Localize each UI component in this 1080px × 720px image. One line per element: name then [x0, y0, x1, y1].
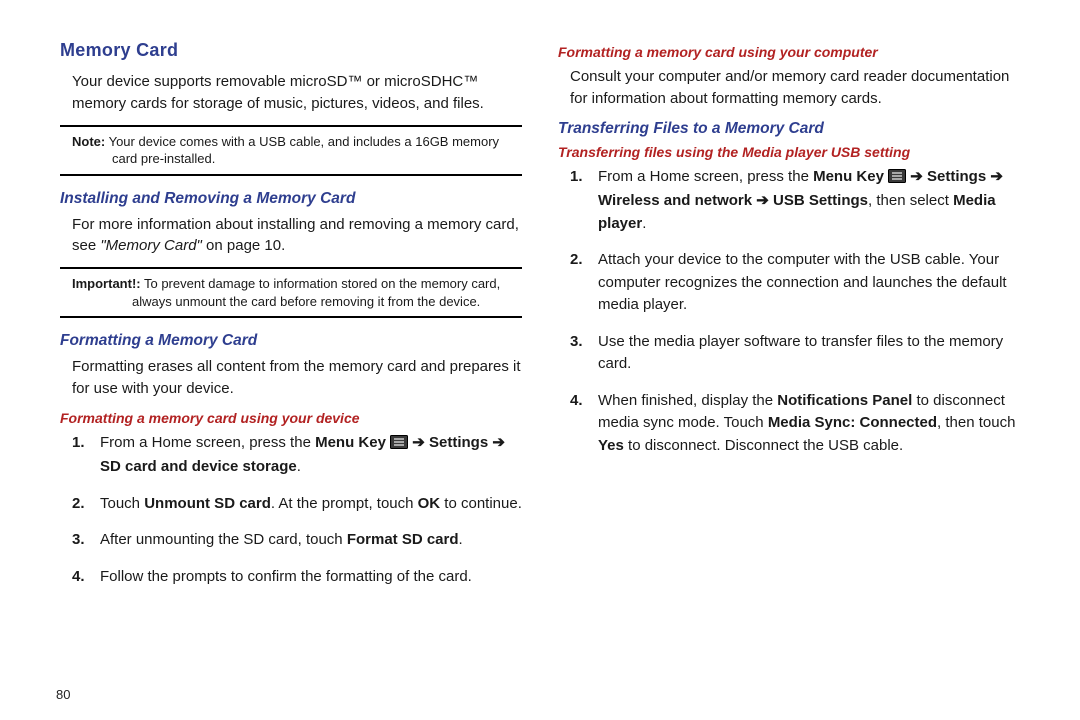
- formatting-heading: Formatting a Memory Card: [60, 332, 522, 350]
- transfer-subheading: Transferring files using the Media playe…: [558, 144, 1020, 160]
- section-title: Memory Card: [60, 40, 522, 61]
- step-text: .: [642, 215, 646, 232]
- arrow-icon: ➔: [986, 168, 1003, 185]
- transfer-heading: Transferring Files to a Memory Card: [558, 120, 1020, 138]
- arrow-icon: ➔: [752, 192, 773, 209]
- manual-page: Memory Card Your device supports removab…: [0, 0, 1080, 720]
- settings-label: Settings: [429, 434, 488, 451]
- step-text: , then touch: [937, 414, 1015, 431]
- left-column: Memory Card Your device supports removab…: [30, 40, 540, 710]
- important-label: Important!:: [72, 276, 141, 291]
- important-line2: always unmount the card before removing …: [72, 293, 516, 311]
- note-line1: Your device comes with a USB cable, and …: [105, 134, 499, 149]
- menu-key-icon: [888, 168, 906, 191]
- usb-settings-label: USB Settings: [773, 192, 868, 209]
- important-box: Important!: To prevent damage to informa…: [60, 267, 522, 318]
- list-item: From a Home screen, press the Menu Key ➔…: [72, 432, 522, 479]
- format-device-subheading: Formatting a memory card using your devi…: [60, 410, 522, 426]
- arrow-icon: ➔: [408, 434, 429, 451]
- list-item: Touch Unmount SD card. At the prompt, to…: [72, 493, 522, 516]
- important-line1: To prevent damage to information stored …: [141, 276, 501, 291]
- sd-storage-label: SD card and device storage: [100, 458, 297, 475]
- note-label: Note:: [72, 134, 105, 149]
- menu-key-label: Menu Key: [813, 168, 884, 185]
- step-text: After unmounting the SD card, touch: [100, 531, 347, 548]
- menu-key-label: Menu Key: [315, 434, 386, 451]
- install-quote: "Memory Card": [100, 237, 202, 254]
- transfer-steps: From a Home screen, press the Menu Key ➔…: [558, 166, 1020, 458]
- step-text: . At the prompt, touch: [271, 495, 418, 512]
- step-text: From a Home screen, press the: [598, 168, 813, 185]
- right-column: Formatting a memory card using your comp…: [540, 40, 1050, 710]
- step-text: Touch: [100, 495, 144, 512]
- menu-key-icon: [390, 434, 408, 457]
- unmount-label: Unmount SD card: [144, 495, 271, 512]
- list-item: From a Home screen, press the Menu Key ➔…: [570, 166, 1020, 236]
- formatting-paragraph: Formatting erases all content from the m…: [60, 356, 522, 400]
- format-device-steps: From a Home screen, press the Menu Key ➔…: [60, 432, 522, 589]
- note-box: Note: Your device comes with a USB cable…: [60, 125, 522, 176]
- install-paragraph: For more information about installing an…: [60, 214, 522, 258]
- list-item: Attach your device to the computer with …: [570, 249, 1020, 317]
- step-text: .: [459, 531, 463, 548]
- note-line2: card pre-installed.: [72, 150, 516, 168]
- step-text: When finished, display the: [598, 392, 777, 409]
- install-remove-heading: Installing and Removing a Memory Card: [60, 190, 522, 208]
- install-text-post: on page 10.: [202, 237, 285, 254]
- step-text: to disconnect. Disconnect the USB cable.: [624, 437, 903, 454]
- intro-paragraph: Your device supports removable microSD™ …: [60, 71, 522, 115]
- notifications-panel-label: Notifications Panel: [777, 392, 912, 409]
- format-computer-subheading: Formatting a memory card using your comp…: [558, 44, 1020, 60]
- list-item: When finished, display the Notifications…: [570, 390, 1020, 458]
- wireless-label: Wireless and network: [598, 192, 752, 209]
- step-text: to continue.: [440, 495, 522, 512]
- list-item: Follow the prompts to confirm the format…: [72, 566, 522, 589]
- page-number: 80: [56, 687, 70, 702]
- list-item: After unmounting the SD card, touch Form…: [72, 529, 522, 552]
- ok-label: OK: [418, 495, 441, 512]
- format-label: Format SD card: [347, 531, 459, 548]
- format-computer-paragraph: Consult your computer and/or memory card…: [558, 66, 1020, 110]
- step-text: From a Home screen, press the: [100, 434, 315, 451]
- media-sync-label: Media Sync: Connected: [768, 414, 937, 431]
- settings-label: Settings: [927, 168, 986, 185]
- arrow-icon: ➔: [488, 434, 505, 451]
- arrow-icon: ➔: [906, 168, 927, 185]
- step-text: , then select: [868, 192, 953, 209]
- yes-label: Yes: [598, 437, 624, 454]
- list-item: Use the media player software to transfe…: [570, 331, 1020, 376]
- step-text: .: [297, 458, 301, 475]
